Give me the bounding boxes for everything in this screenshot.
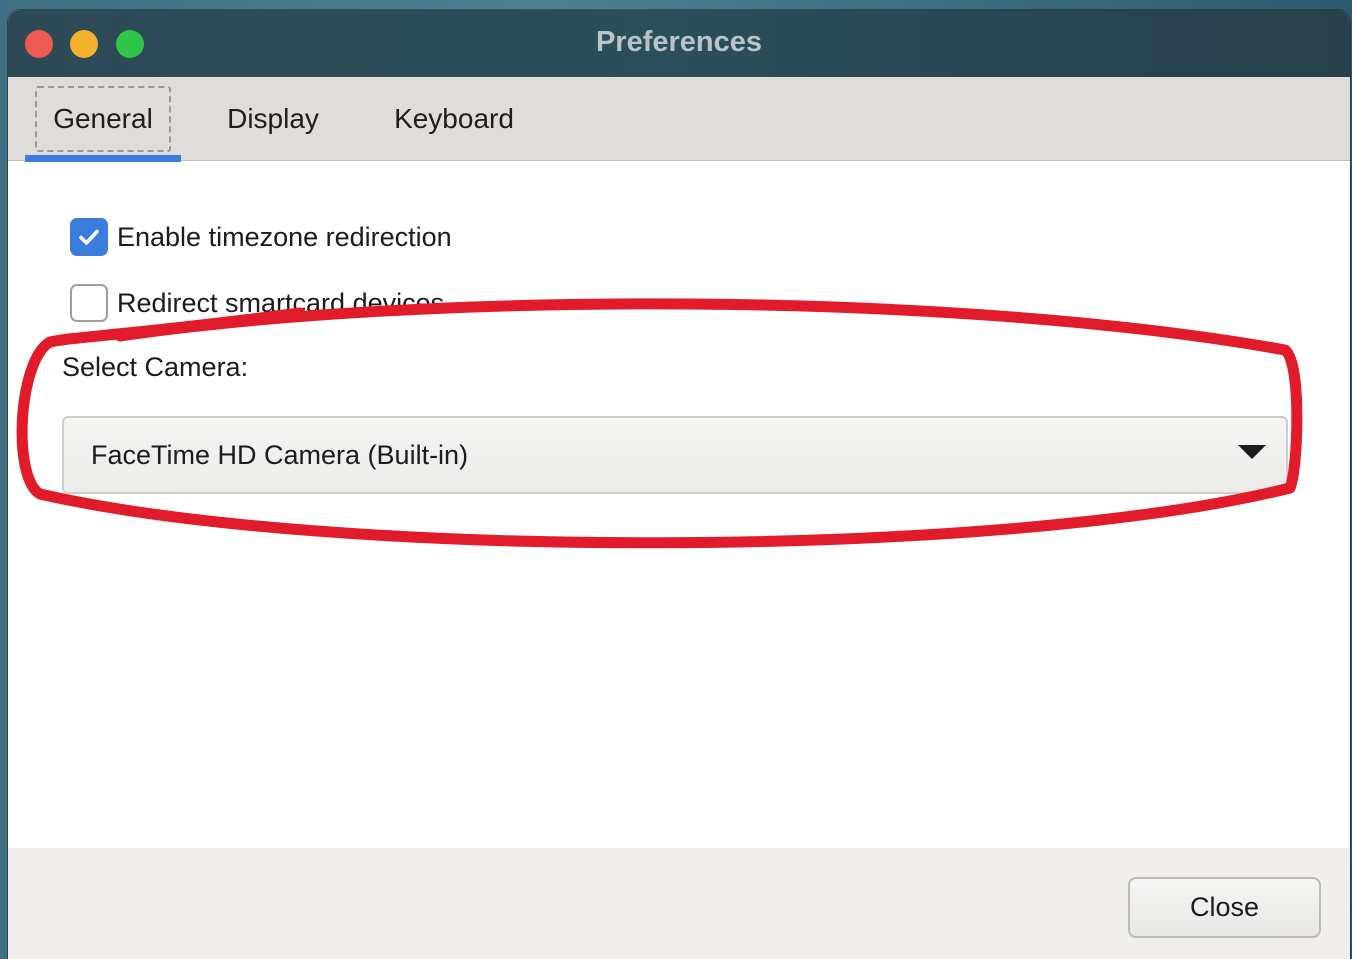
tab-display-label: Display	[227, 103, 319, 134]
timezone-redirection-label: Enable timezone redirection	[117, 221, 452, 252]
smartcard-redirection-label: Redirect smartcard devices	[117, 287, 445, 318]
checkmark-icon	[79, 229, 99, 245]
camera-select-value: FaceTime HD Camera (Built-in)	[91, 439, 469, 470]
smartcard-redirection-checkbox[interactable]	[70, 284, 108, 322]
tab-keyboard-label: Keyboard	[394, 103, 514, 134]
tab-bar: General Display Keyboard	[8, 77, 1350, 162]
tab-keyboard[interactable]: Keyboard	[378, 77, 530, 161]
tab-general-label: General	[53, 103, 153, 134]
general-panel: Enable timezone redirection Redirect sma…	[8, 162, 1350, 848]
camera-select[interactable]: FaceTime HD Camera (Built-in)	[62, 416, 1288, 494]
dialog-footer: Close	[8, 848, 1350, 959]
window-title: Preferences	[595, 26, 763, 58]
smartcard-redirection-option: Redirect smartcard devices	[70, 284, 444, 322]
selected-tab-indicator	[25, 155, 181, 162]
dropdown-arrow-icon	[1238, 445, 1266, 459]
preferences-window: Preferences General Display Keyboard Ena…	[8, 10, 1350, 959]
timezone-redirection-checkbox[interactable]	[70, 218, 108, 256]
close-button[interactable]: Close	[1128, 877, 1321, 938]
select-camera-label: Select Camera:	[62, 352, 249, 382]
tab-display[interactable]: Display	[208, 77, 338, 161]
timezone-redirection-option: Enable timezone redirection	[70, 218, 452, 256]
tab-general[interactable]: General	[25, 77, 181, 162]
title-bar: Preferences	[8, 10, 1350, 77]
